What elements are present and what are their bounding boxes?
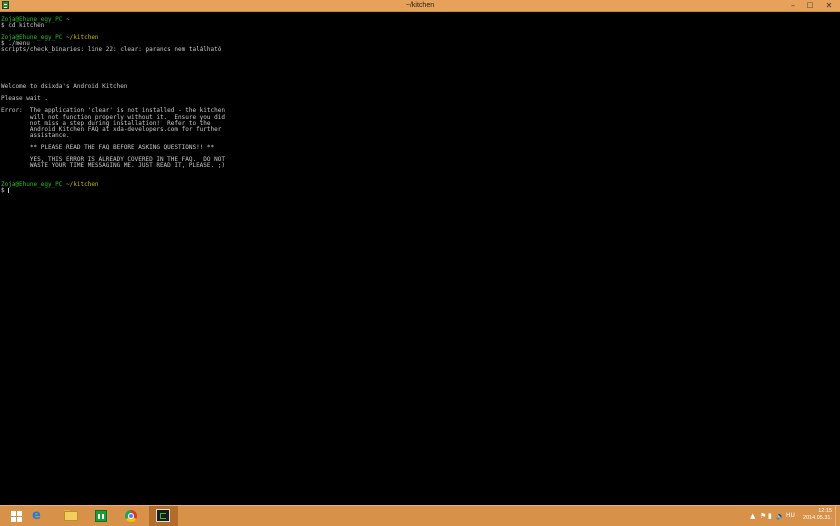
terminal-line-text: $ xyxy=(1,186,9,194)
terminal-icon xyxy=(156,509,170,522)
language-indicator[interactable]: HU xyxy=(786,506,795,526)
maximize-button[interactable]: □ xyxy=(803,0,817,11)
close-button[interactable]: ✕ xyxy=(822,0,836,11)
taskbar-store[interactable] xyxy=(87,506,116,526)
prompt-path: ~/kitchen xyxy=(66,34,99,42)
terminal-line-text: Welcome to dsixda's Android Kitchen xyxy=(1,83,128,91)
prompt-user-host: Zoja@Ehune_egy_PC xyxy=(1,180,67,188)
taskbar-chrome[interactable] xyxy=(117,506,146,526)
terminal-output: Zoja@Ehune_egy_PC ~ $ cd kitchen Zoja@Ehun… xyxy=(1,16,225,194)
minimize-button[interactable]: – xyxy=(786,0,800,11)
taskbar-terminal[interactable] xyxy=(149,506,178,526)
store-icon xyxy=(95,510,107,522)
volume-icon[interactable]: 🔈 xyxy=(776,506,785,526)
show-desktop-button[interactable] xyxy=(835,506,840,526)
terminal-area[interactable]: Zoja@Ehune_egy_PC ~ $ cd kitchen Zoja@Ehun… xyxy=(0,12,840,505)
terminal-line: ** PLEASE READ THE FAQ BEFORE ASKING QUE… xyxy=(1,143,225,151)
windows-logo-icon xyxy=(11,511,16,516)
taskbar: e ▲ ⚑ ▮ 🔈 HU 12:15 2014.05.31. xyxy=(0,505,840,526)
terminal-line-text: scripts/check_binaries: line 22: clear: … xyxy=(1,46,222,54)
tray-overflow-chevron-icon[interactable]: ▲ xyxy=(750,506,755,526)
window-title: ~/kitchen xyxy=(405,2,435,9)
terminal-line: scripts/check_binaries: line 22: clear: … xyxy=(1,47,225,53)
action-center-flag-icon[interactable]: ⚑ xyxy=(760,506,766,526)
chrome-icon xyxy=(125,510,137,522)
terminal-line: $ xyxy=(1,186,225,194)
taskbar-file-explorer[interactable] xyxy=(57,506,86,526)
prompt-path: ~ xyxy=(66,16,70,23)
text-cursor xyxy=(8,187,10,193)
terminal-line-text: WASTE YOUR TIME MESSAGING ME. JUST READ … xyxy=(1,162,225,170)
terminal-line: WASTE YOUR TIME MESSAGING ME. JUST READ … xyxy=(1,163,225,169)
terminal-line-text: assistance. xyxy=(1,131,70,139)
terminal-line-text: $ cd kitchen xyxy=(1,22,45,30)
internet-explorer-icon: e xyxy=(32,508,41,523)
terminal-line-text: ** PLEASE READ THE FAQ BEFORE ASKING QUE… xyxy=(1,143,215,151)
taskbar-internet-explorer[interactable]: e xyxy=(27,506,56,526)
clock-date: 2014.05.31. xyxy=(802,515,832,521)
clock-time: 12:15 xyxy=(818,508,832,514)
file-explorer-icon xyxy=(64,511,78,521)
window-titlebar[interactable]: ~/kitchen – □ ✕ xyxy=(0,0,840,12)
clock[interactable]: 12:15 2014.05.31. xyxy=(796,508,832,522)
network-icon[interactable]: ▮ xyxy=(768,506,772,526)
prompt-path: ~/kitchen xyxy=(66,180,99,188)
terminal-line-text: Please wait . xyxy=(1,95,48,103)
